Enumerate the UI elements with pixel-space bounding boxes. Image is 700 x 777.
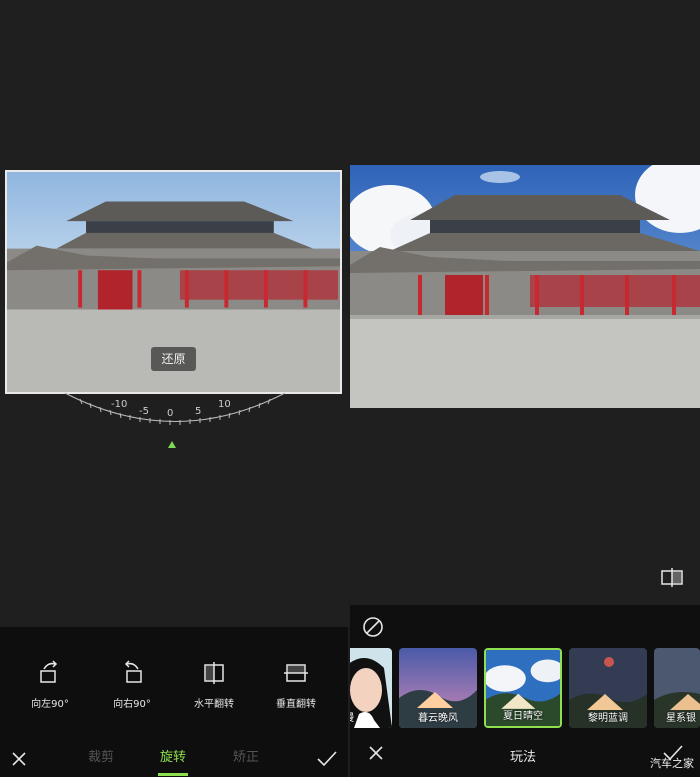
filter-toolbar: 莲漫 暮云晚风 夏日晴空: [350, 605, 700, 777]
filter-item[interactable]: 莲漫: [350, 648, 392, 728]
close-icon[interactable]: [367, 744, 385, 762]
flip-horizontal-button[interactable]: 水平翻转: [179, 659, 249, 710]
filter-editor-panel: 莲漫 暮云晚风 夏日晴空: [350, 0, 700, 777]
tab-crop[interactable]: 裁剪: [88, 746, 114, 765]
edit-mode-tabs: 裁剪 旋转 矫正: [0, 738, 348, 777]
flip-horizontal-icon: [204, 662, 224, 684]
filter-bottom-bar: 玩法 汽车之家: [350, 735, 700, 777]
filter-item-selected[interactable]: 夏日晴空: [484, 648, 562, 728]
filter-label: 莲漫: [350, 709, 392, 724]
mode-title: 玩法: [510, 750, 537, 765]
filter-label: 星系银: [666, 713, 696, 724]
rotate-left-90-icon: [40, 660, 58, 683]
compare-icon[interactable]: [660, 566, 684, 588]
filter-strip: 莲漫 暮云晚风 夏日晴空: [350, 648, 700, 730]
flip-horizontal-label: 水平翻转: [194, 699, 234, 710]
flip-vertical-button[interactable]: 垂直翻转: [261, 659, 331, 710]
rotate-right-90-button[interactable]: 向右90°: [97, 659, 167, 710]
dial-indicator-icon: [168, 441, 176, 448]
no-filter-icon[interactable]: [362, 616, 384, 638]
flip-vertical-icon: [284, 664, 308, 682]
palace-photo-filtered: [350, 165, 700, 408]
tab-rotate[interactable]: 旋转: [160, 746, 186, 765]
filter-label: 夏日晴空: [503, 711, 543, 722]
filtered-photo-preview[interactable]: [350, 165, 700, 408]
rotate-left-90-button[interactable]: 向左90°: [15, 659, 85, 710]
confirm-check-icon[interactable]: [316, 750, 338, 768]
rotate-left-label: 向左90°: [31, 699, 69, 710]
tab-correct[interactable]: 矫正: [233, 746, 259, 765]
dial-label-zero: 0: [167, 408, 174, 419]
restore-button[interactable]: 还原: [151, 347, 196, 371]
rotate-right-90-icon: [124, 660, 142, 683]
filter-label: 黎明蓝调: [588, 713, 628, 724]
active-tab-indicator: [158, 773, 188, 776]
flip-vertical-label: 垂直翻转: [276, 699, 316, 710]
filter-item[interactable]: 暮云晚风: [399, 648, 477, 728]
filter-label: 暮云晚风: [418, 713, 458, 724]
dial-label-plus10: 10: [218, 399, 231, 410]
watermark: 汽车之家: [650, 757, 694, 770]
filter-item[interactable]: 星系银: [654, 648, 700, 728]
rotate-editor-panel: 还原 -10 -5 0 5 10 向左90° 向右90° 水平翻转 垂直翻转 裁…: [0, 0, 348, 777]
dial-label-plus5: 5: [195, 406, 202, 417]
close-icon[interactable]: [10, 750, 28, 768]
rotate-toolbar: 向左90° 向右90° 水平翻转 垂直翻转 裁剪 旋转 矫正: [0, 627, 348, 777]
filter-item[interactable]: 黎明蓝调: [569, 648, 647, 728]
dial-label-minus5: -5: [139, 406, 149, 417]
dial-label-minus10: -10: [111, 399, 128, 410]
rotate-right-label: 向右90°: [113, 699, 151, 710]
